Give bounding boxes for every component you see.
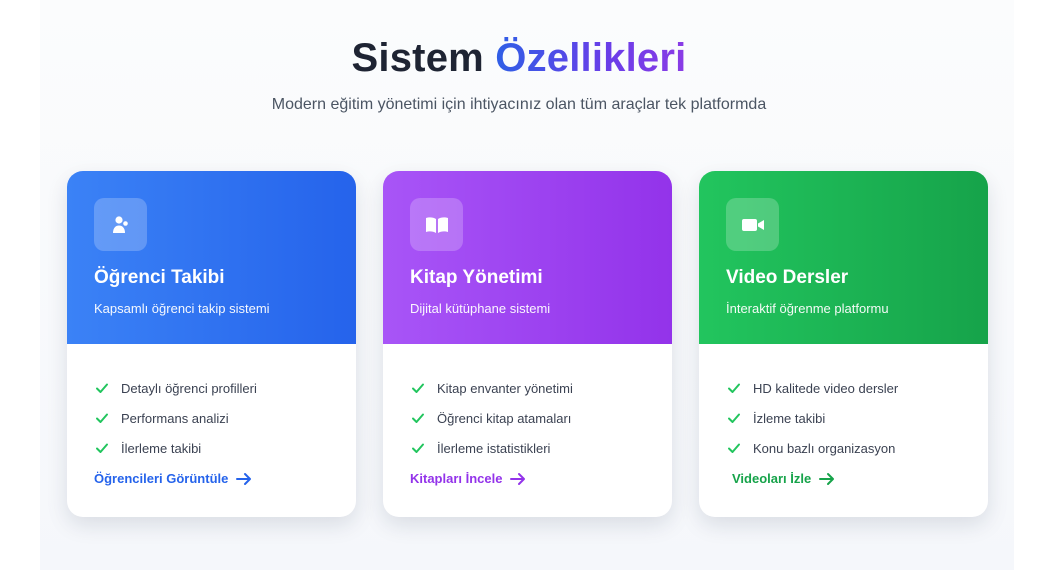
feature-list: Detaylı öğrenci profilleri Performans an… [95,373,257,463]
arrow-right-icon [510,472,526,485]
view-students-link[interactable]: Öğrencileri Görüntüle [94,471,252,486]
action-label: Öğrencileri Görüntüle [94,471,229,486]
feature-item: Kitap envanter yönetimi [411,373,573,403]
section-title: Sistem Özellikleri [0,36,1038,81]
feature-text: HD kalitede video dersler [753,380,899,396]
browse-books-link[interactable]: Kitapları İncele [410,471,526,486]
check-icon [96,443,108,453]
feature-text: Performans analizi [121,410,229,426]
users-icon [94,198,147,251]
check-icon [412,383,424,393]
section-title-main: Sistem [351,36,484,80]
check-icon [728,383,740,393]
feature-card-student-tracking: Öğrenci Takibi Kapsamlı öğrenci takip si… [67,171,356,517]
video-icon [726,198,779,251]
check-icon [728,413,740,423]
arrow-right-icon [236,472,252,485]
check-icon [96,413,108,423]
card-header: Öğrenci Takibi Kapsamlı öğrenci takip si… [67,171,356,344]
card-title: Öğrenci Takibi [94,267,225,288]
section-subtitle: Modern eğitim yönetimi için ihtiyacınız … [271,96,767,113]
feature-item: Konu bazlı organizasyon [727,433,898,463]
action-label: Kitapları İncele [410,471,503,486]
action-label: Videoları İzle [732,471,812,486]
card-title: Kitap Yönetimi [410,267,543,288]
feature-list: Kitap envanter yönetimi Öğrenci kitap at… [411,373,573,463]
feature-item: Öğrenci kitap atamaları [411,403,573,433]
feature-item: İlerleme takibi [95,433,257,463]
feature-item: HD kalitede video dersler [727,373,898,403]
feature-text: Öğrenci kitap atamaları [437,410,572,426]
feature-text: İlerleme takibi [121,440,202,456]
card-header: Kitap Yönetimi Dijital kütüphane sistemi [383,171,672,344]
card-description: Kapsamlı öğrenci takip sistemi [94,301,270,316]
feature-text: İzleme takibi [753,410,826,426]
feature-list: HD kalitede video dersler İzleme takibi … [727,373,898,463]
feature-item: İlerleme istatistikleri [411,433,573,463]
feature-item: Performans analizi [95,403,257,433]
feature-item: İzleme takibi [727,403,898,433]
card-description: İnteraktif öğrenme platformu [726,301,889,316]
feature-card-video-lessons: Video Dersler İnteraktif öğrenme platfor… [699,171,988,517]
card-header: Video Dersler İnteraktif öğrenme platfor… [699,171,988,344]
check-icon [412,443,424,453]
feature-text: Konu bazlı organizasyon [753,440,896,456]
check-icon [96,383,108,393]
feature-text: Kitap envanter yönetimi [437,380,573,396]
card-description: Dijital kütüphane sistemi [410,301,551,316]
arrow-right-icon [819,472,835,485]
feature-text: Detaylı öğrenci profilleri [121,380,257,396]
feature-text: İlerleme istatistikleri [437,440,551,456]
book-icon [410,198,463,251]
feature-card-book-management: Kitap Yönetimi Dijital kütüphane sistemi… [383,171,672,517]
card-title: Video Dersler [726,267,849,288]
feature-item: Detaylı öğrenci profilleri [95,373,257,403]
watch-videos-link[interactable]: Videoları İzle [732,471,835,486]
check-icon [728,443,740,453]
section-title-accent: Özellikleri [495,36,687,80]
check-icon [412,413,424,423]
